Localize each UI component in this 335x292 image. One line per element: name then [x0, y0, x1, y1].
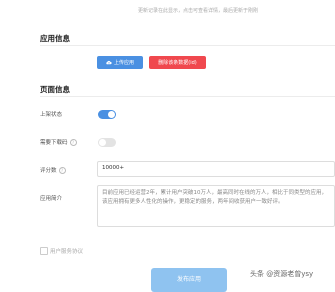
publish-app-button[interactable]: 发布应用 — [151, 268, 227, 292]
delete-data-label: 删除该条数据(id) — [158, 60, 197, 66]
publish-app-label: 发布应用 — [176, 276, 201, 283]
need-download-label: 需要下载码 — [40, 140, 68, 146]
rating-value: 10000+ — [102, 165, 125, 171]
need-download-label-row: 需要下载码 ? — [40, 138, 77, 146]
page-info-title: 页面信息 — [40, 85, 70, 94]
question-icon[interactable]: ? — [58, 166, 66, 174]
page-info-divider — [40, 96, 335, 97]
rating-label: 评分数 — [40, 168, 57, 174]
rating-label-row: 评分数 ? — [40, 166, 66, 174]
rating-input[interactable]: 10000+ — [97, 161, 335, 177]
cloud-upload-icon — [106, 60, 112, 65]
toggle-knob — [99, 139, 106, 146]
need-download-toggle[interactable] — [98, 138, 116, 147]
delete-data-button[interactable]: 删除该条数据(id) — [149, 56, 206, 69]
top-note: 更新记录在此显示，点击可查看详情，最后更新于刚刚 — [138, 8, 259, 14]
intro-textarea[interactable]: 目前应用已经运营2年，累计用户突破10万人，最高同时在线的万人，相比于同类型的应… — [97, 185, 335, 227]
watermark-text: 头条 @资源老曾ysy — [250, 270, 314, 278]
upload-app-label: 上传应用 — [113, 60, 134, 66]
upload-app-button[interactable]: 上传应用 — [97, 56, 143, 69]
agreement-checkbox[interactable] — [40, 247, 48, 255]
toggle-knob — [108, 111, 115, 118]
listing-status-toggle[interactable] — [98, 110, 116, 119]
app-info-divider — [40, 45, 335, 46]
app-info-title: 应用信息 — [40, 34, 70, 43]
listing-status-label: 上架状态 — [40, 112, 63, 118]
intro-text: 目前应用已经运营2年，累计用户突破10万人，最高同时在线的万人，相比于同类型的应… — [102, 190, 328, 205]
agreement-label[interactable]: 用户服务协议 — [50, 247, 83, 255]
intro-label: 应用简介 — [40, 196, 63, 202]
question-icon[interactable]: ? — [69, 138, 77, 146]
